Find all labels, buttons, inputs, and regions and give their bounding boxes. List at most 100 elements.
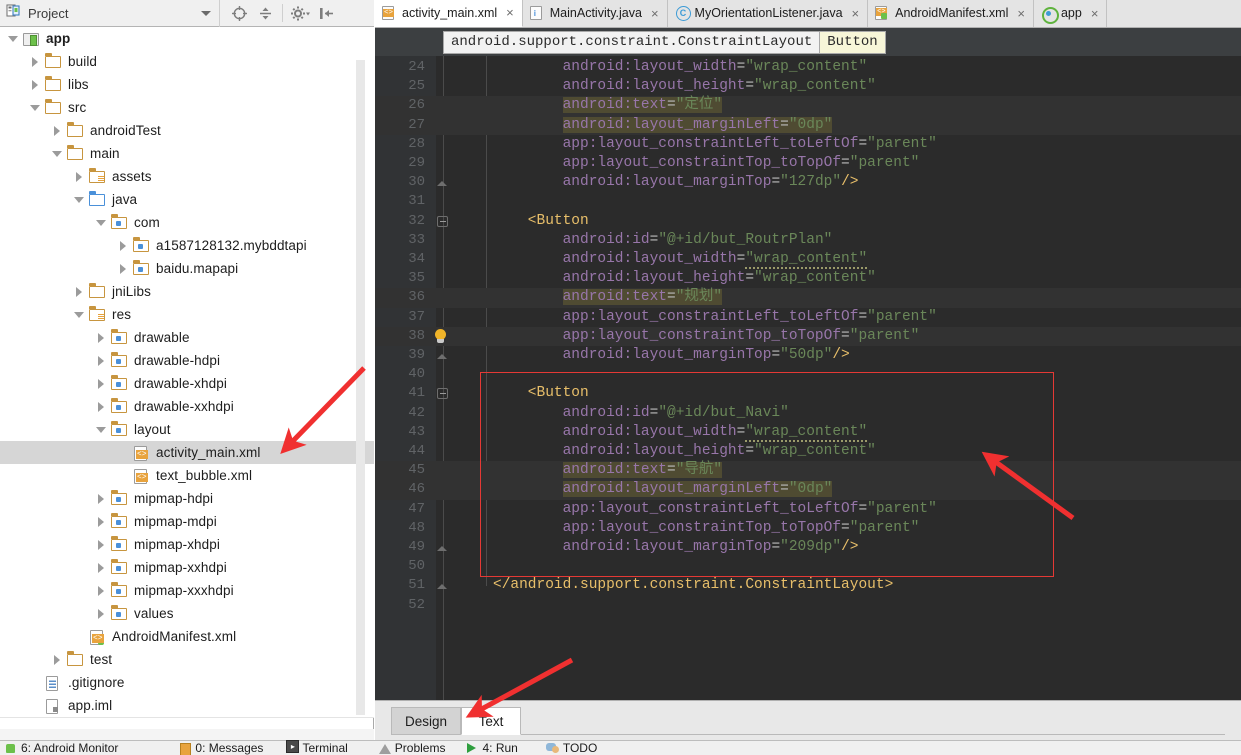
target-locate-icon[interactable] <box>226 1 252 25</box>
editor-tab-mainactivity-java[interactable]: MainActivity.java × <box>522 0 668 27</box>
fold-end-marker[interactable] <box>437 582 450 595</box>
tree-twisty-open[interactable] <box>30 102 41 113</box>
breadcrumb-item-button[interactable]: Button <box>820 30 886 54</box>
code-line-31[interactable]: 31 <box>375 192 1241 211</box>
tree-twisty-open[interactable] <box>8 33 19 44</box>
code-line-32[interactable]: 32 <Button <box>375 212 1241 231</box>
tree-node-libs[interactable]: libs <box>0 73 374 96</box>
tree-twisty-closed[interactable] <box>96 493 107 504</box>
code-line-24[interactable]: 24 android:layout_width="wrap_content" <box>375 58 1241 77</box>
tree-node-src[interactable]: src <box>0 96 374 119</box>
editor-tab-app[interactable]: app × <box>1033 0 1108 27</box>
tree-twisty-closed[interactable] <box>96 608 107 619</box>
tree-node-androidtest[interactable]: androidTest <box>0 119 374 142</box>
settings-gear-icon[interactable] <box>287 1 313 25</box>
close-icon[interactable]: × <box>1091 6 1099 21</box>
tree-node-java[interactable]: java <box>0 188 374 211</box>
close-icon[interactable]: × <box>651 6 659 21</box>
code-line-33[interactable]: 33 android:id="@+id/but_RoutrPlan" <box>375 231 1241 250</box>
code-line-30[interactable]: 30 android:layout_marginTop="127dp"/> <box>375 173 1241 192</box>
tree-twisty-closed[interactable] <box>118 240 129 251</box>
tree-twisty-open[interactable] <box>96 217 107 228</box>
code-line-42[interactable]: 42 android:id="@+id/but_Navi" <box>375 404 1241 423</box>
hide-panel-icon[interactable] <box>313 1 339 25</box>
tree-node-main[interactable]: main <box>0 142 374 165</box>
fold-end-marker[interactable] <box>437 352 450 365</box>
tree-node-app-release-apk[interactable]: app-release.apk <box>0 717 374 718</box>
code-line-26[interactable]: 26 android:text="定位" <box>375 96 1241 116</box>
code-line-38[interactable]: 38 app:layout_constraintTop_toTopOf="pare… <box>375 326 1241 346</box>
code-line-35[interactable]: 35 android:layout_height="wrap_content" <box>375 269 1241 288</box>
code-line-39[interactable]: 39 android:layout_marginTop="50dp"/> <box>375 346 1241 365</box>
fold-collapse-marker[interactable] <box>437 215 450 229</box>
editor-mode-tab-design[interactable]: Design <box>391 707 462 735</box>
tree-node-mipmap-mdpi[interactable]: mipmap-mdpi <box>0 510 374 533</box>
code-editor-surface[interactable]: 24 android:layout_width="wrap_content" 25 a… <box>375 56 1241 700</box>
tree-node-mipmap-xxhdpi[interactable]: mipmap-xxhdpi <box>0 556 374 579</box>
tree-twisty-closed[interactable] <box>96 332 107 343</box>
status-bar-0-messages[interactable]: 0: Messages <box>178 741 263 755</box>
status-bar-terminal[interactable]: Terminal <box>285 739 348 755</box>
tree-node-values[interactable]: values <box>0 602 374 625</box>
tree-twisty-closed[interactable] <box>74 171 85 182</box>
status-bar-4-run[interactable]: 4: Run <box>465 741 518 755</box>
tree-twisty-closed[interactable] <box>96 562 107 573</box>
editor-mode-tab-text[interactable]: Text <box>461 707 522 735</box>
project-panel-vertical-scrollbar[interactable] <box>356 60 365 715</box>
tree-twisty-closed[interactable] <box>96 378 107 389</box>
fold-end-marker[interactable] <box>437 179 450 192</box>
tree-twisty-closed[interactable] <box>30 79 41 90</box>
tree-twisty-open[interactable] <box>74 194 85 205</box>
close-icon[interactable]: × <box>506 5 514 20</box>
tree-node-com[interactable]: com <box>0 211 374 234</box>
tree-node-build[interactable]: build <box>0 50 374 73</box>
tree-node-androidmanifest-xml[interactable]: AndroidManifest.xml <box>0 625 374 648</box>
code-line-25[interactable]: 25 android:layout_height="wrap_content" <box>375 77 1241 96</box>
status-bar-problems[interactable]: Problems <box>378 741 445 755</box>
editor-tab-activity-main-xml[interactable]: activity_main.xml × <box>375 0 523 27</box>
tree-node-assets[interactable]: assets <box>0 165 374 188</box>
code-line-34[interactable]: 34 android:layout_width="wrap_content" <box>375 250 1241 269</box>
tree-twisty-open[interactable] <box>74 309 85 320</box>
tree-twisty-closed[interactable] <box>52 125 63 136</box>
tree-node-app[interactable]: app <box>0 27 374 50</box>
tree-twisty-closed[interactable] <box>96 539 107 550</box>
editor-tab-myorientationlistener-java[interactable]: MyOrientationListener.java × <box>667 0 869 27</box>
close-icon[interactable]: × <box>852 6 860 21</box>
tree-node-jnilibs[interactable]: jniLibs <box>0 280 374 303</box>
fold-end-marker[interactable] <box>437 544 450 557</box>
code-line-37[interactable]: 37 app:layout_constraintLeft_toLeftOf="pa… <box>375 308 1241 327</box>
code-line-36[interactable]: 36 android:text="规划" <box>375 288 1241 308</box>
tree-twisty-open[interactable] <box>96 424 107 435</box>
tree-node-drawable[interactable]: drawable <box>0 326 374 349</box>
tree-twisty-closed[interactable] <box>96 355 107 366</box>
code-line-44[interactable]: 44 android:layout_height="wrap_content" <box>375 442 1241 461</box>
code-line-40[interactable]: 40 <box>375 365 1241 384</box>
status-bar-6-android-monitor[interactable]: 6: Android Monitor <box>4 741 118 755</box>
collapse-all-icon[interactable] <box>252 1 278 25</box>
status-bar-todo[interactable]: TODO <box>545 741 597 755</box>
project-tree[interactable]: app build libs src androidTest main assets java… <box>0 27 374 718</box>
code-line-49[interactable]: 49 android:layout_marginTop="209dp"/> <box>375 538 1241 557</box>
tree-node-activity-main-xml[interactable]: activity_main.xml <box>0 441 374 464</box>
project-title-dropdown[interactable]: Project <box>0 0 220 27</box>
code-line-29[interactable]: 29 app:layout_constraintTop_toTopOf="pare… <box>375 154 1241 173</box>
tree-node-drawable-xhdpi[interactable]: drawable-xhdpi <box>0 372 374 395</box>
code-line-43[interactable]: 43 android:layout_width="wrap_content" <box>375 423 1241 442</box>
tree-node-res[interactable]: res <box>0 303 374 326</box>
code-line-52[interactable]: 52 <box>375 596 1241 615</box>
tree-twisty-closed[interactable] <box>52 654 63 665</box>
close-icon[interactable]: × <box>1017 6 1025 21</box>
code-line-45[interactable]: 45 android:text="导航" <box>375 461 1241 481</box>
tree-node-mipmap-xxxhdpi[interactable]: mipmap-xxxhdpi <box>0 579 374 602</box>
code-line-48[interactable]: 48 app:layout_constraintTop_toTopOf="pare… <box>375 519 1241 538</box>
intention-bulb-icon[interactable] <box>433 328 449 345</box>
fold-collapse-marker[interactable] <box>437 388 450 401</box>
chevron-down-icon[interactable] <box>201 10 211 16</box>
tree-node-baidu-mapapi[interactable]: baidu.mapapi <box>0 257 374 280</box>
code-line-41[interactable]: 41 <Button <box>375 384 1241 403</box>
tree-twisty-closed[interactable] <box>96 585 107 596</box>
tree-node-text-bubble-xml[interactable]: text_bubble.xml <box>0 464 374 487</box>
code-line-47[interactable]: 47 app:layout_constraintLeft_toLeftOf="pa… <box>375 500 1241 519</box>
tree-node-layout[interactable]: layout <box>0 418 374 441</box>
